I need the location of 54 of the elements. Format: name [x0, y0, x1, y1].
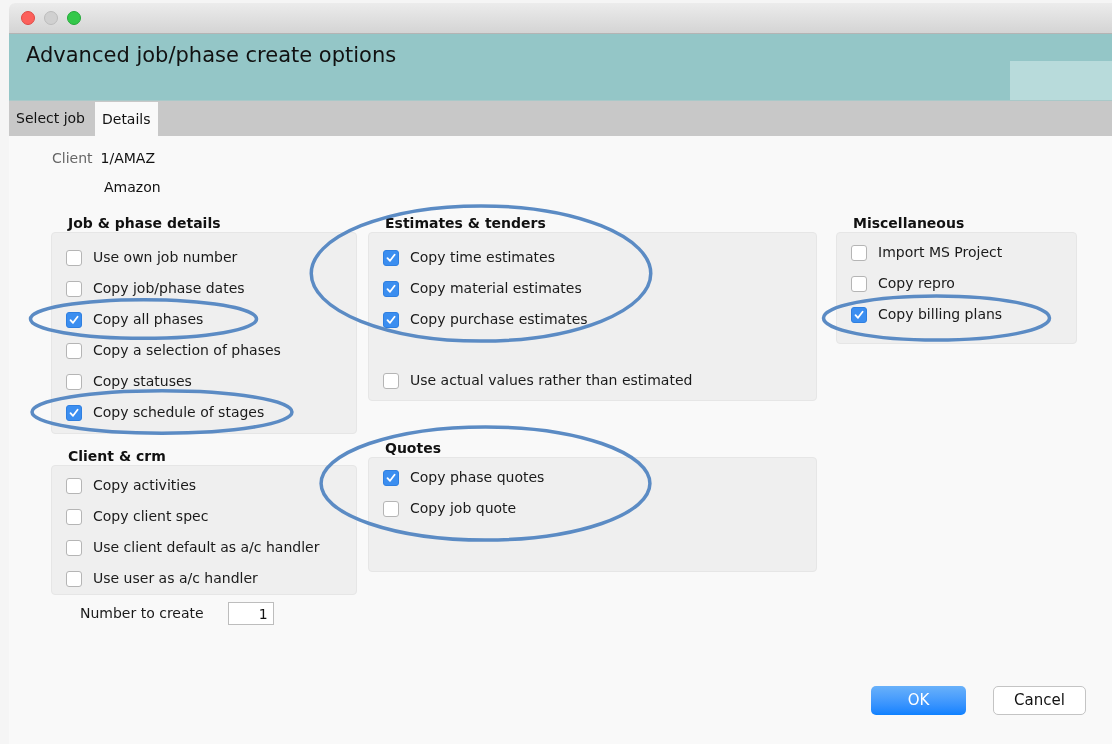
option-label: Copy job quote [410, 499, 517, 518]
checkbox[interactable] [66, 280, 82, 297]
client-code: 1/AMAZ [100, 148, 155, 168]
option-label: Copy a selection of phases [93, 341, 281, 360]
checkbox[interactable] [66, 539, 82, 556]
option-label: Import MS Project [878, 243, 1003, 262]
option-label: Use client default as a/c handler [93, 538, 320, 557]
checkbox[interactable] [851, 306, 867, 323]
option-label: Copy time estimates [410, 248, 555, 267]
section-title: Job & phase details [66, 214, 222, 232]
section-title: Quotes [384, 439, 442, 457]
checkbox[interactable] [66, 570, 82, 587]
checkbox[interactable] [66, 508, 82, 525]
number-field[interactable]: 1 [227, 602, 274, 625]
cancel-button[interactable]: Cancel [993, 686, 1086, 715]
section-title: Miscellaneous [852, 214, 966, 232]
checkbox[interactable] [383, 372, 399, 389]
option-label: Use user as a/c handler [93, 569, 258, 588]
checkbox[interactable] [851, 244, 867, 261]
option-label: Copy purchase estimates [410, 310, 588, 329]
section-title: Estimates & tenders [384, 214, 547, 232]
window-title: Advanced job/phase create options [26, 42, 397, 69]
checkbox[interactable] [66, 249, 82, 266]
close-icon[interactable] [21, 11, 35, 25]
option-label: Copy all phases [93, 310, 204, 329]
checkbox[interactable] [851, 275, 867, 292]
option-label: Copy job/phase dates [93, 279, 245, 298]
option-label: Use own job number [93, 248, 238, 267]
tab[interactable]: Details [95, 102, 158, 136]
checkbox[interactable] [66, 342, 82, 359]
checkbox[interactable] [383, 500, 399, 517]
option-label: Copy material estimates [410, 279, 582, 298]
zoom-icon[interactable] [67, 11, 81, 25]
option-label: Copy client spec [93, 507, 209, 526]
number-label: Number to create [80, 604, 204, 623]
section-title: Client & crm [67, 447, 167, 465]
minimize-icon[interactable] [44, 11, 58, 25]
checkbox[interactable] [66, 311, 82, 328]
checkbox[interactable] [66, 373, 82, 390]
checkbox[interactable] [383, 249, 399, 266]
checkbox[interactable] [66, 477, 82, 494]
checkbox[interactable] [383, 311, 399, 328]
client-name: Amazon [104, 177, 161, 197]
option-label: Copy statuses [93, 372, 192, 391]
checkbox[interactable] [66, 404, 82, 421]
option-label: Copy schedule of stages [93, 403, 265, 422]
checkbox[interactable] [383, 280, 399, 297]
client-label: Client [52, 148, 93, 168]
option-label: Copy repro [878, 274, 955, 293]
option-label: Copy activities [93, 476, 197, 495]
option-label: Copy billing plans [878, 305, 1003, 324]
option-label: Use actual values rather than estimated [410, 371, 693, 390]
option-label: Copy phase quotes [410, 468, 545, 487]
checkbox[interactable] [383, 469, 399, 486]
